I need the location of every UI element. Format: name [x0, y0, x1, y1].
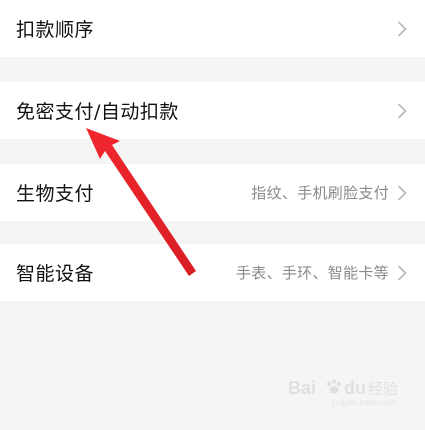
svg-text:经验: 经验 [368, 380, 398, 398]
row-label: 生物支付 [16, 183, 95, 205]
paw-icon [326, 379, 342, 394]
settings-row-biometric-payment[interactable]: 生物支付 指纹、手机刷脸支付 [0, 164, 425, 221]
settings-group-3: 生物支付 指纹、手机刷脸支付 [0, 164, 425, 221]
row-right [397, 103, 407, 119]
chevron-right-icon [398, 185, 407, 200]
row-right [397, 21, 407, 37]
chevron-right-icon [398, 103, 407, 118]
row-detail: 手表、手环、智能卡等 [235, 264, 389, 282]
svg-text:Bai: Bai [288, 378, 316, 398]
settings-group-4: 智能设备 手表、手环、智能卡等 [0, 244, 425, 301]
chevron-right-icon [398, 265, 407, 280]
row-label: 免密支付/自动扣款 [16, 101, 179, 123]
row-right: 指纹、手机刷脸支付 [251, 182, 407, 203]
settings-group-2: 免密支付/自动扣款 [0, 82, 425, 139]
settings-row-smart-devices[interactable]: 智能设备 手表、手环、智能卡等 [0, 244, 425, 301]
settings-group-1: 扣款顺序 [0, 0, 425, 57]
row-label: 扣款顺序 [16, 19, 95, 41]
svg-text:jingyan.baidu.com: jingyan.baidu.com [331, 398, 397, 407]
row-right: 手表、手环、智能卡等 [236, 262, 407, 283]
settings-screen: 扣款顺序 免密支付/自动扣款 生物支付 指纹、手机刷脸支付 智能设备 手表、手环… [0, 0, 425, 430]
chevron-right-icon [398, 21, 407, 36]
row-label: 智能设备 [16, 263, 95, 285]
baidu-jingyan-watermark: Bai du 经验 jingyan.baidu.com [288, 378, 398, 407]
svg-text:du: du [344, 378, 366, 398]
row-detail: 指纹、手机刷脸支付 [251, 184, 389, 202]
settings-row-deduction-order[interactable]: 扣款顺序 [0, 0, 425, 57]
settings-row-password-free-payment[interactable]: 免密支付/自动扣款 [0, 82, 425, 139]
